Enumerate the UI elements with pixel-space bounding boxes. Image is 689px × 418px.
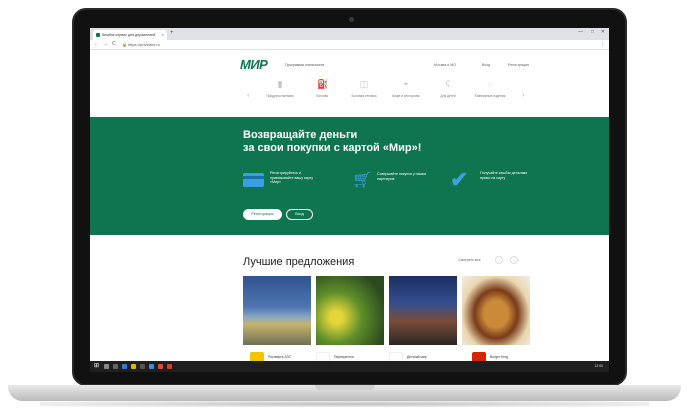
category-item[interactable]: ⛽ Топливо (306, 79, 338, 98)
laptop-shadow (40, 401, 649, 407)
laptop-notch (315, 385, 375, 390)
mir-logo[interactable]: МИР (240, 57, 268, 72)
hero-title-line1: Возвращайте деньги (243, 129, 358, 141)
category-item[interactable]: ʕ Для детей (432, 79, 464, 98)
cloche-icon: ◓ (403, 79, 409, 89)
url-field[interactable]: https://privetmir.ru (128, 42, 160, 47)
best-offers: Лучшие предложения Смотреть все ‹ › Росн… (90, 235, 609, 372)
category-label: Ювелирные изделия (474, 94, 506, 98)
see-all-link[interactable]: Смотреть все (458, 258, 481, 262)
offer-photo-produce[interactable] (316, 276, 384, 345)
close-tab-icon[interactable]: × (162, 32, 164, 37)
brand-name: Burger King (490, 355, 508, 359)
register-button[interactable]: Регистрация (243, 209, 282, 220)
hero-title-line2: за свои покупки с картой «Мир»! (243, 142, 422, 154)
category-item[interactable]: ◫ Бытовая техника (348, 79, 380, 98)
ring-icon: ◌ (487, 79, 493, 89)
register-link[interactable]: Регистрация (508, 63, 529, 67)
minimize-icon[interactable]: — (578, 29, 583, 35)
os-taskbar: ⊞ 12:00 (90, 361, 609, 372)
step-text: Получайте кэшбэк деньгами прямо на карту (480, 171, 528, 180)
hero-banner: Возвращайте деньги за свои покупки с кар… (90, 117, 609, 235)
cart-icon: 🛒︎ (352, 172, 373, 189)
category-item[interactable]: ◓ Кафе и рестораны (390, 79, 422, 98)
offers-title: Лучшие предложения (243, 256, 355, 268)
laptop-screen: Кешбэк сервис для держателей × + — □ ✕ ←… (90, 28, 609, 372)
browser-tab[interactable]: Кешбэк сервис для держателей × (93, 30, 167, 40)
category-item[interactable]: ◌ Ювелирные изделия (474, 79, 506, 98)
category-bar: ‹ ▮ Продукты питания ⛽ Топливо ◫ Бытовая… (90, 75, 609, 115)
offers-next-icon[interactable]: › (510, 256, 518, 264)
start-icon[interactable]: ⊞ (94, 363, 99, 370)
site-header: МИР Программа лояльности Москва и МО Вхо… (90, 51, 609, 75)
browser-menu-icon[interactable]: ⋮ (600, 41, 605, 47)
app-icon[interactable] (167, 364, 172, 369)
reload-icon[interactable]: C (112, 41, 116, 47)
brand-name: Перекресток (334, 355, 354, 359)
webcam (349, 17, 354, 22)
category-label: Бытовая техника (351, 94, 377, 98)
favicon-icon (96, 33, 100, 37)
offers-prev-icon[interactable]: ‹ (495, 256, 503, 264)
forward-icon[interactable]: → (103, 41, 108, 47)
bottle-icon: ▮ (277, 79, 283, 89)
store-icon[interactable] (140, 364, 145, 369)
fuel-icon: ⛽ (317, 79, 329, 89)
offer-photo-gas-station[interactable] (243, 276, 311, 345)
category-item[interactable]: ▮ Продукты питания (264, 79, 296, 98)
maximize-icon[interactable]: □ (591, 29, 594, 35)
edge-icon[interactable] (122, 364, 127, 369)
chrome-icon[interactable] (158, 364, 163, 369)
brand-name: Роснефть АЗС (268, 355, 292, 359)
card-icon (243, 173, 264, 187)
taskview-icon[interactable] (113, 364, 118, 369)
lock-icon: 🔒 (122, 42, 127, 47)
mail-icon[interactable] (149, 364, 154, 369)
hero-title: Возвращайте деньги за свои покупки с кар… (243, 129, 421, 155)
category-prev-icon[interactable]: ‹ (247, 92, 249, 99)
back-icon[interactable]: ← (94, 41, 99, 47)
address-bar: ← → C 🔒 https://privetmir.ru ⋮ (90, 40, 609, 50)
offer-photo-burger[interactable] (462, 276, 530, 345)
search-icon[interactable] (104, 364, 109, 369)
appliance-icon: ◫ (359, 79, 369, 89)
category-label: Кафе и рестораны (392, 94, 420, 98)
offer-photo-store[interactable] (389, 276, 457, 345)
tab-title: Кешбэк сервис для держателей (102, 33, 156, 37)
browser-tabbar: Кешбэк сервис для держателей × + — □ ✕ (90, 28, 609, 40)
category-label: Для детей (440, 94, 456, 98)
check-icon: ✔ (450, 167, 469, 192)
logo-subtitle: Программа лояльности (285, 63, 325, 67)
new-tab-button[interactable]: + (170, 30, 174, 36)
bear-icon: ʕ (445, 79, 451, 89)
window-close-icon[interactable]: ✕ (601, 29, 605, 35)
category-label: Топливо (315, 94, 329, 98)
step-text: Совершайте покупки у наших партнеров (377, 172, 427, 181)
category-next-icon[interactable]: › (522, 92, 524, 99)
category-label: Продукты питания (266, 94, 294, 98)
brand-name: Детский мир (407, 355, 427, 359)
explorer-icon[interactable] (131, 364, 136, 369)
region-link[interactable]: Москва и МО (434, 63, 456, 67)
clock: 12:00 (594, 364, 604, 368)
login-button[interactable]: Вход (286, 209, 313, 220)
login-link[interactable]: Вход (482, 63, 490, 67)
step-text: Регистрируйтесь и привязывайте вашу карт… (270, 171, 314, 185)
